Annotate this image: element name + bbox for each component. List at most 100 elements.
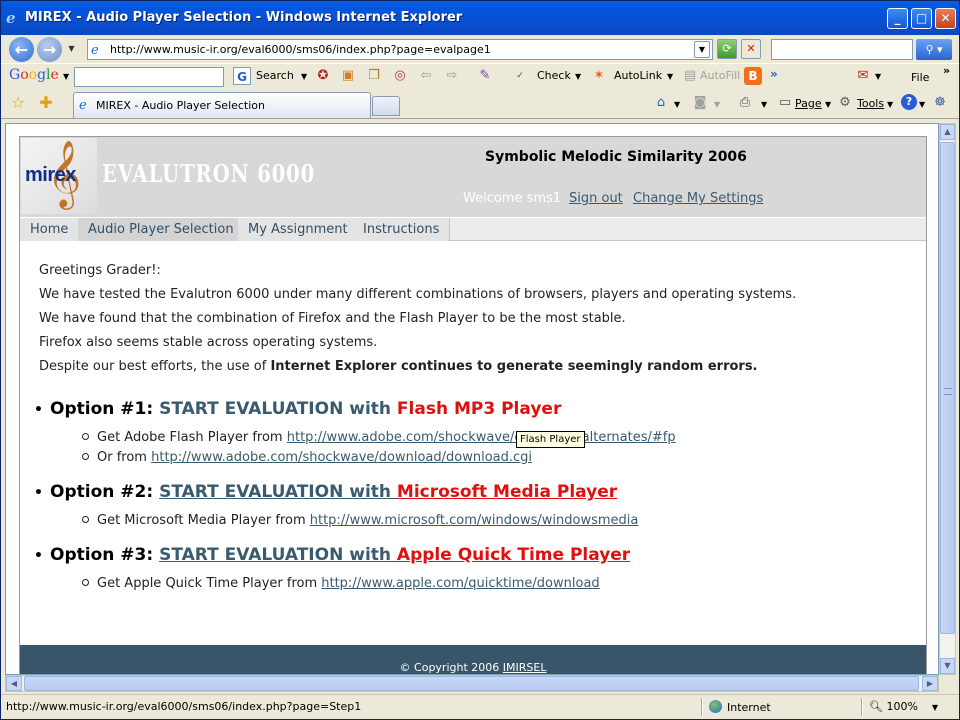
option-1: • Option #1: START EVALUATION with Flash … bbox=[34, 399, 561, 419]
autolink-dropdown-arrow[interactable]: ▼ bbox=[667, 72, 673, 81]
scroll-down-arrow[interactable]: ▼ bbox=[940, 658, 955, 674]
adobe-download-link[interactable]: http://www.adobe.com/shockwave/download/… bbox=[151, 450, 532, 465]
stop-button[interactable]: ✕ bbox=[741, 39, 761, 59]
microsoft-media-link[interactable]: http://www.microsoft.com/windows/windows… bbox=[310, 513, 639, 528]
tools-gear-icon[interactable]: ⚙ bbox=[836, 94, 854, 112]
horizontal-scroll-thumb[interactable] bbox=[24, 676, 919, 691]
change-settings-link[interactable]: Change My Settings bbox=[633, 191, 763, 206]
spellcheck-icon[interactable]: ✓ bbox=[511, 67, 529, 85]
copyright-text: © Copyright 2006 bbox=[399, 661, 503, 674]
zoom-dropdown-arrow[interactable]: ▼ bbox=[932, 703, 938, 712]
forward-arrow-icon[interactable]: ⇨ bbox=[443, 67, 461, 85]
spelling-icon[interactable]: ◎ bbox=[391, 67, 409, 85]
maximize-button[interactable]: □ bbox=[911, 8, 932, 29]
zoom-control[interactable]: 🔍︎ 100% ▼ bbox=[869, 700, 938, 713]
page-icon[interactable]: ▭ bbox=[776, 94, 794, 112]
close-button[interactable]: ✕ bbox=[935, 8, 956, 29]
option-1-sub-2: Or from http://www.adobe.com/shockwave/d… bbox=[82, 450, 532, 465]
option-2: • Option #2: START EVALUATION with Micros… bbox=[34, 482, 617, 502]
google-g-icon[interactable]: G bbox=[233, 67, 251, 85]
print-icon[interactable]: ⎙ bbox=[736, 94, 754, 112]
option-1-start-link[interactable]: START EVALUATION with bbox=[159, 399, 397, 419]
new-tab-button[interactable] bbox=[372, 96, 400, 116]
search-input[interactable] bbox=[771, 39, 913, 60]
option-2-start-link[interactable]: START EVALUATION with bbox=[159, 482, 397, 502]
option-1-player-link[interactable]: Flash MP3 Player bbox=[397, 399, 561, 419]
address-dropdown[interactable]: ▼ bbox=[694, 41, 710, 58]
horizontal-scrollbar[interactable]: ◀ ▶ bbox=[5, 675, 939, 692]
vertical-scroll-thumb[interactable] bbox=[940, 142, 955, 634]
picture-icon[interactable]: ▣ bbox=[339, 67, 357, 85]
autolink-icon[interactable]: ✶ bbox=[590, 67, 608, 85]
option-3-sub-1-text: Get Apple Quick Time Player from bbox=[97, 576, 322, 591]
menu-more-chevron[interactable]: » bbox=[943, 64, 950, 77]
file-menu[interactable]: File bbox=[911, 71, 929, 84]
option-3-player-link[interactable]: Apple Quick Time Player bbox=[397, 545, 630, 565]
more-chevron[interactable]: » bbox=[770, 67, 778, 81]
status-url: http://www.music-ir.org/eval6000/sms06/i… bbox=[6, 700, 362, 713]
option-1-sub-2-text: Or from bbox=[97, 450, 152, 465]
scroll-right-arrow[interactable]: ▶ bbox=[922, 676, 938, 691]
search-button[interactable]: ⚲ ▾ bbox=[916, 39, 952, 60]
tools-dropdown-arrow[interactable]: ▼ bbox=[887, 100, 893, 109]
scroll-left-arrow[interactable]: ◀ bbox=[6, 676, 22, 691]
check-dropdown-arrow[interactable]: ▼ bbox=[575, 72, 581, 81]
vertical-scrollbar[interactable]: ▲ ▼ bbox=[939, 123, 956, 675]
nav-my-assignment[interactable]: My Assignment bbox=[238, 218, 359, 241]
favorites-star-icon[interactable]: ☆ bbox=[9, 94, 27, 112]
refresh-button[interactable]: ⟳ bbox=[717, 39, 737, 59]
minimize-button[interactable]: _ bbox=[887, 8, 908, 29]
translate-icon[interactable]: ✉ bbox=[854, 67, 872, 85]
option-3: • Option #3: START EVALUATION with Apple … bbox=[34, 545, 630, 565]
check-button[interactable]: Check bbox=[537, 69, 571, 82]
help-dropdown-arrow[interactable]: ▼ bbox=[919, 100, 925, 109]
circle-bullet bbox=[82, 579, 89, 586]
tab-mirex-audio-player-selection[interactable]: e MIREX - Audio Player Selection bbox=[73, 92, 371, 118]
page-viewport: 𝄞 mirex EVALUTRON 6000 Symbolic Melodic … bbox=[5, 123, 939, 675]
forward-button[interactable]: → bbox=[37, 37, 62, 62]
option-2-label: Option #2: bbox=[50, 482, 160, 502]
research-icon[interactable]: ☸ bbox=[931, 94, 949, 112]
option-3-start-link[interactable]: START EVALUATION with bbox=[159, 545, 397, 565]
home-icon[interactable]: ⌂ bbox=[652, 94, 670, 112]
browser-window: e MIREX - Audio Player Selection - Windo… bbox=[0, 0, 960, 720]
sign-out-link[interactable]: Sign out bbox=[569, 191, 623, 206]
option-3-label: Option #3: bbox=[50, 545, 160, 565]
help-icon[interactable]: ? bbox=[901, 94, 917, 110]
history-dropdown[interactable]: ▼ bbox=[65, 41, 78, 57]
option-2-player-link[interactable]: Microsoft Media Player bbox=[397, 482, 617, 502]
blogger-icon[interactable]: B bbox=[744, 67, 762, 85]
bookmark-icon[interactable]: ❒ bbox=[365, 67, 383, 85]
security-zone[interactable]: Internet bbox=[709, 700, 771, 714]
status-separator bbox=[701, 698, 703, 716]
address-field[interactable]: e http://www.music-ir.org/eval6000/sms06… bbox=[87, 39, 713, 60]
autolink-button[interactable]: AutoLink bbox=[614, 69, 662, 82]
page-dropdown-arrow[interactable]: ▼ bbox=[825, 100, 831, 109]
pagerank-icon[interactable]: ✪ bbox=[314, 67, 332, 85]
scroll-up-arrow[interactable]: ▲ bbox=[940, 124, 955, 140]
evalutron-brand: EVALUTRON 6000 bbox=[102, 159, 316, 188]
adobe-alternates-link[interactable]: http://www.adobe.com/shockwave/download/… bbox=[287, 430, 676, 445]
home-dropdown-arrow[interactable]: ▼ bbox=[674, 100, 680, 109]
page-menu[interactable]: Page bbox=[795, 97, 822, 110]
back-arrow-icon[interactable]: ⇦ bbox=[417, 67, 435, 85]
search-dropdown-arrow[interactable]: ▼ bbox=[301, 72, 307, 81]
popup-blocker-icon[interactable]: ✎ bbox=[476, 67, 494, 85]
google-logo[interactable]: Google bbox=[9, 67, 59, 83]
google-search-input[interactable] bbox=[74, 67, 224, 87]
tools-menu[interactable]: Tools bbox=[857, 97, 884, 110]
google-search-button[interactable]: Search bbox=[256, 69, 294, 82]
address-text: http://www.music-ir.org/eval6000/sms06/i… bbox=[110, 43, 491, 56]
nav-audio-player-selection[interactable]: Audio Player Selection bbox=[78, 218, 245, 241]
google-menu-arrow[interactable]: ▼ bbox=[63, 72, 69, 81]
nav-home[interactable]: Home bbox=[20, 218, 80, 241]
print-dropdown-arrow[interactable]: ▼ bbox=[761, 100, 767, 109]
imirsel-link[interactable]: IMIRSEL bbox=[503, 661, 547, 674]
nav-instructions[interactable]: Instructions bbox=[353, 218, 451, 241]
translate-dropdown-arrow[interactable]: ▼ bbox=[875, 72, 881, 81]
zone-label: Internet bbox=[727, 701, 771, 714]
apple-quicktime-link[interactable]: http://www.apple.com/quicktime/download bbox=[321, 576, 599, 591]
add-favorite-icon[interactable]: ✚ bbox=[37, 94, 55, 112]
greeting-text: Greetings Grader!: bbox=[39, 263, 161, 278]
back-button[interactable]: ← bbox=[9, 37, 34, 62]
